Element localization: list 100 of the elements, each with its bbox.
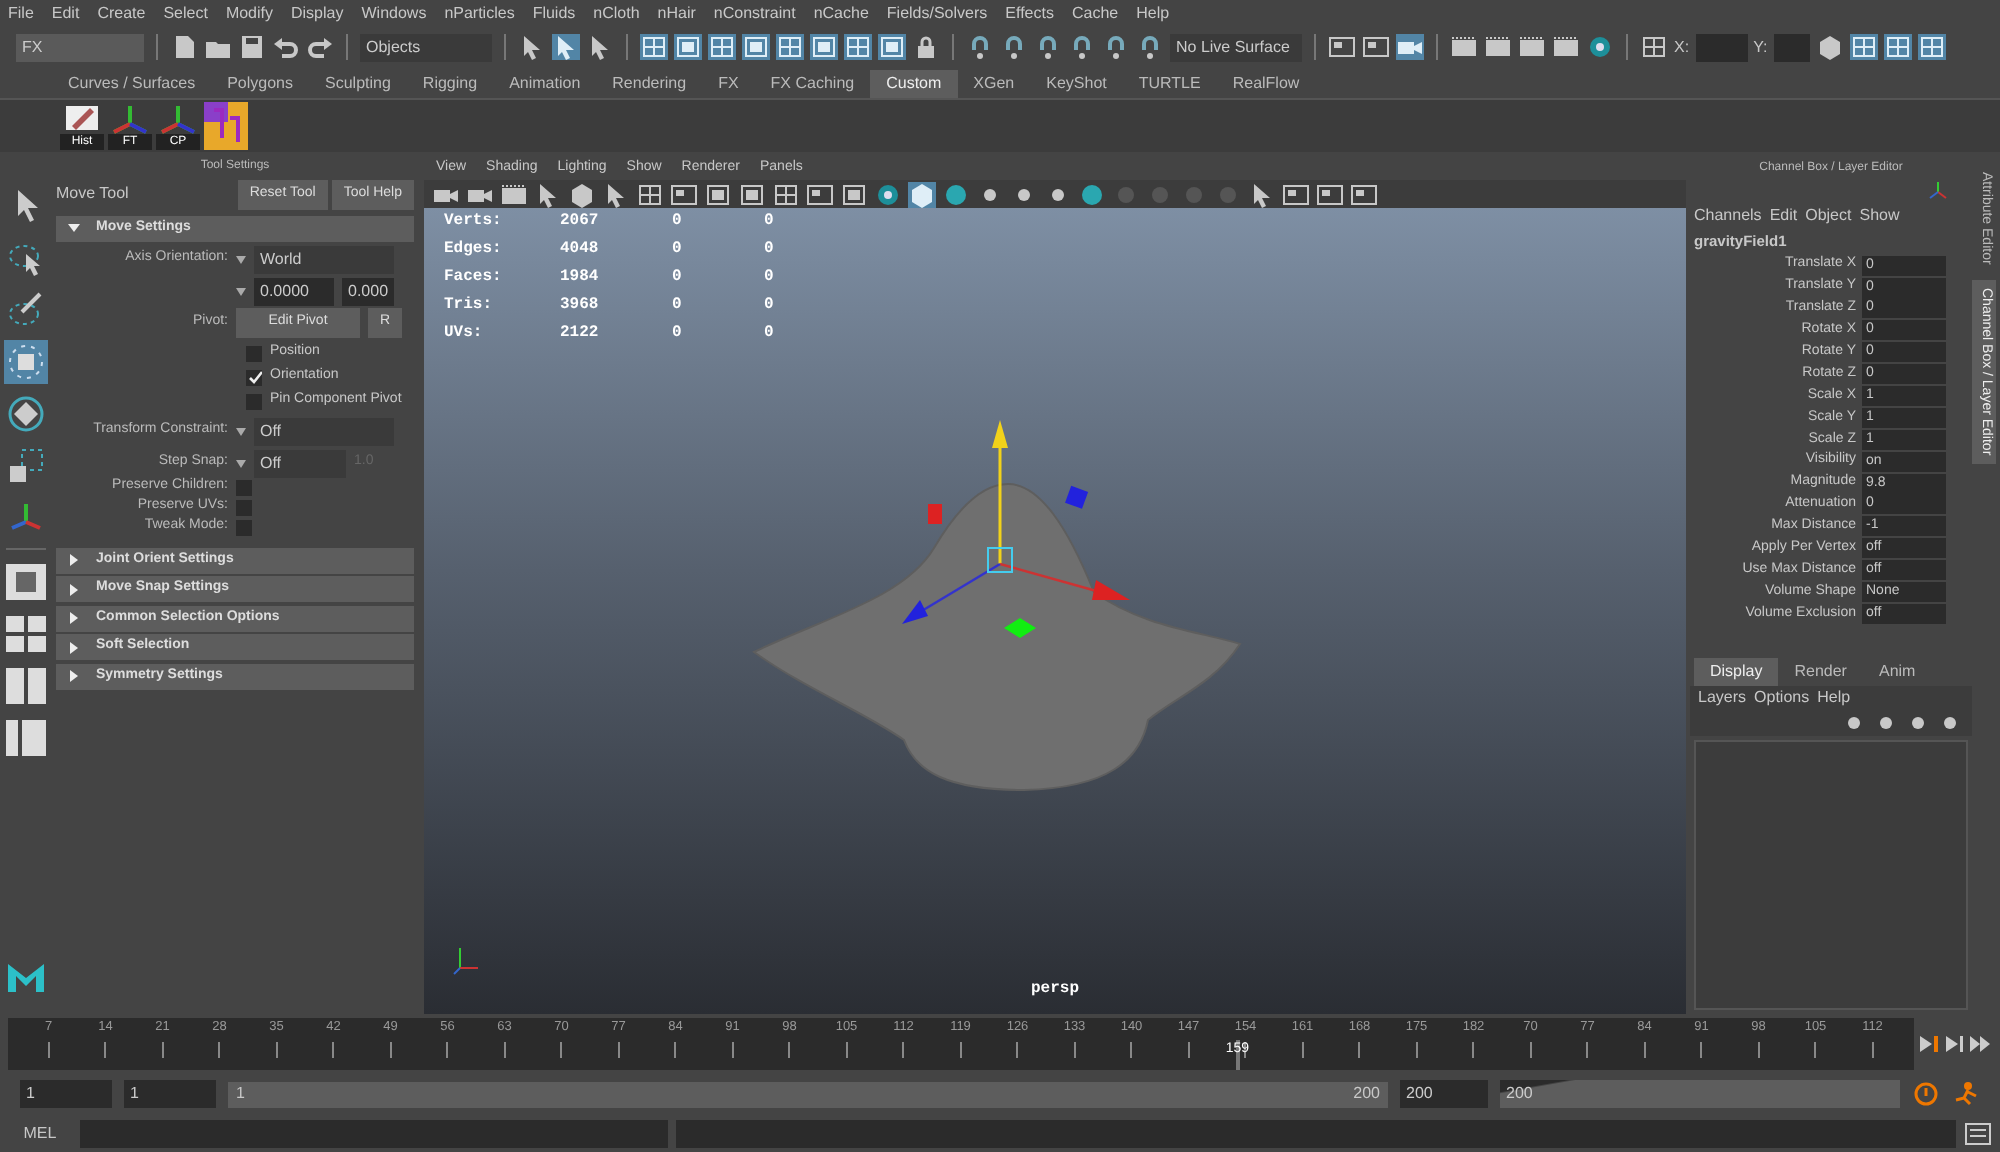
save-icon[interactable] — [238, 34, 266, 60]
channel-menu-item[interactable]: Object — [1805, 204, 1852, 228]
input-icon[interactable] — [1328, 34, 1356, 60]
transform-constraint-dropdown[interactable]: Off — [254, 417, 394, 445]
clapboard-icon[interactable] — [1484, 34, 1512, 60]
shelf-tab[interactable]: TURTLE — [1122, 70, 1217, 98]
panel-icon[interactable] — [1849, 34, 1878, 60]
number-field[interactable]: 0.000 — [342, 277, 394, 305]
playback-start-field[interactable]: 1 — [124, 1080, 216, 1108]
menu-item[interactable]: nHair — [657, 2, 696, 26]
mask-icon[interactable] — [742, 34, 770, 60]
cube-icon[interactable] — [1815, 34, 1844, 60]
menu-item[interactable]: Display — [291, 2, 344, 26]
lock-icon[interactable] — [912, 34, 940, 60]
step-forward-icon[interactable] — [1944, 1034, 1966, 1054]
mask-icon[interactable] — [810, 34, 838, 60]
layer-tab[interactable]: Display — [1694, 658, 1779, 687]
running-figure-icon[interactable] — [1952, 1080, 1980, 1108]
shelf-tab[interactable]: Sculpting — [309, 70, 407, 98]
move-manipulator-drawing[interactable] — [902, 420, 1130, 638]
checkbox[interactable] — [236, 479, 252, 495]
dropdown-arrow-icon[interactable] — [236, 427, 246, 435]
grid-icon[interactable] — [1640, 34, 1668, 60]
start-frame-field[interactable]: 1 — [20, 1080, 112, 1108]
playback-end-field[interactable]: 200 — [1400, 1080, 1488, 1108]
y-field[interactable] — [1773, 33, 1810, 61]
move-icon[interactable] — [4, 340, 48, 384]
menu-item[interactable]: nCache — [813, 2, 869, 26]
clapboard-icon[interactable] — [1552, 34, 1580, 60]
channel-menu-item[interactable]: Channels — [1694, 204, 1762, 228]
auto-key-icon[interactable] — [1912, 1080, 1940, 1108]
single-pane-icon[interactable] — [4, 562, 48, 602]
step-snap-dropdown[interactable]: Off — [254, 449, 346, 477]
clapboard-icon[interactable] — [1450, 34, 1478, 60]
outliner-pane-icon[interactable] — [4, 718, 48, 758]
menu-item[interactable]: Fluids — [532, 2, 576, 26]
checkbox[interactable] — [236, 499, 252, 515]
magnet-icon[interactable] — [1034, 34, 1062, 60]
x-field[interactable] — [1695, 33, 1748, 61]
script-editor-icon[interactable] — [1964, 1119, 1992, 1147]
menu-item[interactable]: Fields/Solvers — [886, 2, 988, 26]
viewport-tool-icon[interactable] — [908, 181, 936, 207]
menu-item[interactable]: Help — [1136, 2, 1170, 26]
mask-icon[interactable] — [844, 34, 872, 60]
shelf-tab[interactable]: Custom — [870, 70, 958, 98]
layer-menu-item[interactable]: Help — [1817, 686, 1851, 711]
viewport-canvas[interactable]: Verts: 2067 0 0 Edges: 4048 0 0 Faces: 1984 0 0 Tris: 3968 0 0 UVs: 2122 0 0 persp — [424, 208, 1686, 1014]
dropdown-arrow-icon[interactable] — [236, 459, 246, 467]
shelf-tab[interactable]: Polygons — [211, 70, 309, 98]
render-view-icon[interactable] — [1396, 34, 1424, 60]
mask-icon[interactable] — [640, 34, 668, 60]
menu-item[interactable]: Edit — [51, 2, 80, 26]
viewport-tool-icon[interactable] — [874, 181, 902, 207]
magnet-icon[interactable] — [1136, 34, 1164, 60]
shelf-tab[interactable]: Animation — [493, 70, 597, 98]
menu-item[interactable]: nConstraint — [713, 2, 796, 26]
shelf-tab[interactable]: Rendering — [596, 70, 703, 98]
shelf-tab[interactable]: KeyShot — [1030, 70, 1123, 98]
select-object-icon[interactable] — [552, 34, 580, 60]
panel-icon[interactable] — [1883, 34, 1912, 60]
channel-menu-item[interactable]: Edit — [1769, 204, 1798, 228]
menu-item[interactable]: Effects — [1005, 2, 1054, 26]
magnet-icon[interactable] — [1068, 34, 1096, 60]
menu-item[interactable]: Windows — [361, 2, 427, 26]
end-frame-field[interactable]: 200 — [1500, 1080, 1900, 1108]
checkbox[interactable] — [236, 519, 252, 535]
viewport-tool-icon[interactable] — [1350, 181, 1378, 207]
shelf-tab[interactable]: RealFlow — [1216, 70, 1316, 98]
magnet-icon[interactable] — [966, 34, 994, 60]
dropdown-arrow-icon[interactable] — [236, 255, 246, 263]
checkbox[interactable] — [246, 369, 262, 385]
go-to-end-icon[interactable] — [1918, 1034, 1940, 1054]
viewport-tool-icon[interactable] — [1316, 181, 1344, 207]
selection-mode-dropdown[interactable]: Objects — [360, 33, 492, 61]
menu-item[interactable]: nCloth — [593, 2, 640, 26]
undo-icon[interactable] — [272, 34, 300, 60]
script-language-label[interactable]: MEL — [8, 1121, 72, 1145]
checkbox[interactable] — [246, 393, 262, 409]
redo-icon[interactable] — [306, 34, 334, 60]
viewport-tool-icon[interactable] — [806, 181, 834, 207]
checkbox[interactable] — [246, 345, 262, 361]
mask-icon[interactable] — [878, 34, 906, 60]
scale-icon[interactable] — [4, 444, 48, 488]
shelf-tab[interactable]: FX — [702, 70, 755, 98]
viewport-tool-icon[interactable] — [1282, 181, 1310, 207]
layer-tab[interactable]: Render — [1778, 658, 1863, 687]
shelf-tab[interactable]: FX Caching — [754, 70, 871, 98]
viewport-tool-icon[interactable] — [636, 181, 664, 207]
new-file-icon[interactable] — [170, 34, 198, 60]
menu-item[interactable]: nParticles — [444, 2, 515, 26]
clapboard-icon[interactable] — [1518, 34, 1546, 60]
magnet-icon[interactable] — [1102, 34, 1130, 60]
viewport-tool-icon[interactable] — [840, 181, 868, 207]
viewport-tool-icon[interactable] — [670, 181, 698, 207]
output-icon[interactable] — [1362, 34, 1390, 60]
channel-menu-item[interactable]: Show — [1859, 204, 1900, 228]
shelf-tab[interactable]: Curves / Surfaces — [52, 70, 212, 98]
range-slider[interactable]: 1 200 — [228, 1081, 1388, 1107]
viewport-tool-icon[interactable] — [942, 181, 970, 207]
menu-item[interactable]: Cache — [1071, 2, 1119, 26]
